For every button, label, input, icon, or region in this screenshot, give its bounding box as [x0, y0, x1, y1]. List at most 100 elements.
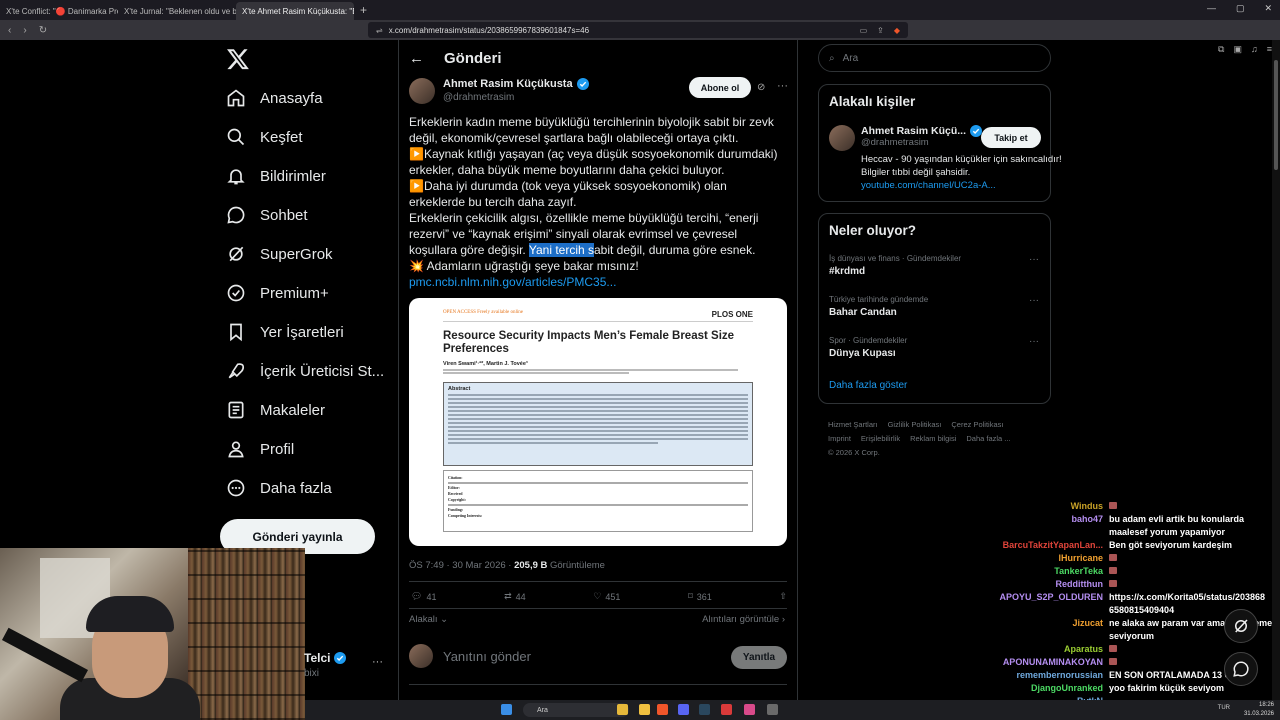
chat-username[interactable]: Redditthun [990, 578, 1104, 591]
minimize-icon[interactable]: — [1207, 3, 1216, 14]
sidebar-item-creator-studio[interactable]: İçerik Üreticisi St... [226, 361, 384, 381]
chat-username[interactable]: APOYU_S2P_OLDUREN [990, 591, 1103, 604]
brave-shield-icon[interactable]: ◆ [894, 26, 900, 35]
wallet-icon[interactable]: ▣ [1233, 44, 1242, 55]
show-more-link[interactable]: Daha fazla göster [829, 380, 907, 391]
chat-username[interactable]: DjangoUnranked [990, 682, 1103, 695]
reply-composer[interactable]: Yanıtını gönder [409, 644, 531, 668]
reload-icon[interactable]: ↻ [39, 25, 47, 36]
chat-username[interactable]: lHurricane [990, 552, 1103, 565]
forward-icon[interactable]: › [23, 25, 26, 36]
footer-link[interactable]: Daha fazla ... [966, 434, 1010, 443]
scrollbar-thumb[interactable] [1274, 60, 1278, 170]
new-tab-icon[interactable]: + [360, 3, 367, 17]
grok-icon[interactable]: ⊘ [757, 82, 765, 93]
sidebar-item-premium[interactable]: Premium+ [226, 283, 329, 303]
browser-tab[interactable]: X'te Jurnal: "Beklenen oldu ve buza...✕ [118, 2, 236, 20]
footer-link[interactable]: Gizlilik Politikası [888, 420, 942, 429]
more-options-icon[interactable]: ··· [1029, 336, 1039, 347]
bio-link[interactable]: youtube.com/channel/UC2a-A... [861, 180, 996, 191]
sidebar-item-bookmarks[interactable]: Yer İşaretleri [226, 322, 344, 342]
author-handle[interactable]: @drahmetrasim [443, 92, 589, 103]
footer-link[interactable]: Reklam bilgisi [910, 434, 956, 443]
share-icon[interactable]: ⇪ [877, 26, 884, 35]
sidebar-item-supergrok[interactable]: SuperGrok [226, 244, 333, 264]
chat-username[interactable]: Aparatus [990, 643, 1103, 656]
trend-item[interactable]: İş dünyası ve finans · Gündemdekiler #krd… [829, 254, 1043, 277]
discord-icon[interactable] [678, 704, 689, 715]
reply-input[interactable]: Yanıtını gönder [443, 649, 531, 664]
footer-links: Hizmet Şartları Gizlilik Politikası Çerez … [828, 418, 1048, 460]
app-icon[interactable] [721, 704, 732, 715]
like-action[interactable]: ♡ 451 [593, 591, 620, 602]
site-info-icon[interactable]: ⇌ [376, 26, 383, 35]
account-more-icon[interactable]: ··· [372, 656, 383, 668]
brave-icon[interactable] [657, 704, 668, 715]
trend-item[interactable]: Spor · Gündemdekiler Dünya Kupası ··· [829, 336, 1043, 359]
extensions-icon[interactable]: ⧉ [1218, 44, 1224, 55]
grok-float-icon[interactable] [1224, 609, 1258, 643]
repost-action[interactable]: ⇄ 44 [504, 591, 526, 602]
chat-username[interactable]: baho47 [990, 513, 1103, 526]
sidebar-item-more[interactable]: Daha fazla [226, 478, 332, 498]
app-icon[interactable] [617, 704, 628, 715]
reply-action[interactable]: 💬︎ 41 [411, 591, 436, 602]
avatar[interactable] [409, 78, 435, 104]
more-options-icon[interactable]: ··· [1029, 295, 1039, 306]
follow-button[interactable]: Takip et [981, 127, 1041, 148]
chat-username[interactable]: remembernorussian [990, 669, 1103, 682]
system-clock[interactable]: 18:26 31.03.2026 [1244, 701, 1274, 719]
reply-button[interactable]: Yanıtla [731, 646, 787, 669]
steam-icon[interactable] [699, 704, 710, 715]
avatar[interactable] [829, 125, 855, 151]
sidebar-item-notifications[interactable]: Bildirimler [226, 166, 326, 186]
screenshot-icon[interactable]: ▭ [860, 26, 868, 35]
footer-link[interactable]: Çerez Politikası [951, 420, 1003, 429]
search-input[interactable]: ⌕ Ara [818, 44, 1051, 72]
maximize-icon[interactable]: ▢ [1236, 3, 1245, 14]
person-card[interactable]: Ahmet Rasim Küçü... @drahmetrasim Heccav… [861, 125, 1075, 192]
browser-tab[interactable]: X'te Conflict: "🔴 Danimarka Prenses...✕ [0, 2, 118, 20]
x-logo-icon[interactable] [226, 47, 250, 71]
footer-link[interactable]: Imprint [828, 434, 851, 443]
trend-item[interactable]: Türkiye tarihinde gündemde Bahar Candan ··… [829, 295, 1043, 318]
chat-username[interactable]: Jizucat [990, 617, 1103, 630]
chat-username[interactable]: TankerTeka [990, 565, 1103, 578]
subscribe-button[interactable]: Abone ol [689, 77, 751, 98]
back-arrow-icon[interactable]: ← [409, 50, 424, 67]
taskbar-search[interactable]: Ara [523, 703, 629, 717]
language-indicator[interactable]: TUR [1218, 705, 1230, 711]
obs-icon[interactable] [767, 704, 778, 715]
sidebar-item-articles[interactable]: Makaleler [226, 400, 325, 420]
chat-username[interactable]: APONUNAMINAKOYAN [990, 656, 1103, 669]
post-author[interactable]: Ahmet Rasim Küçükusta @drahmetrasim [409, 78, 589, 104]
app-icon[interactable] [744, 704, 755, 715]
post-image[interactable]: OPEN ACCESS Freely available online PLOS … [409, 298, 787, 546]
media-icon[interactable]: ♫ [1251, 44, 1258, 55]
footer-link[interactable]: Hizmet Şartları [828, 420, 878, 429]
sidebar-item-explore[interactable]: Keşfet [226, 127, 303, 147]
chat-username[interactable]: Windus [990, 500, 1103, 513]
sidebar-account-name[interactable]: Telci [304, 651, 347, 665]
footer-link[interactable]: Erişilebilirlik [861, 434, 900, 443]
author-name[interactable]: Ahmet Rasim Küçükusta [443, 78, 573, 90]
sidebar-item-chat[interactable]: Sohbet [226, 205, 308, 225]
windows-start-icon[interactable] [501, 704, 512, 715]
bookmark-action[interactable]: ⌑ 361 [688, 591, 712, 602]
chat-message: baho47 bu adam evli artik bu konularda ma… [990, 513, 1280, 539]
window-close-icon[interactable]: ✕ [1264, 3, 1272, 14]
chat-username[interactable]: BarcuTakzitYapanLan... [990, 539, 1103, 552]
more-options-icon[interactable]: ··· [777, 80, 788, 92]
back-icon[interactable]: ‹ [8, 25, 11, 36]
share-icon[interactable]: ⇧ [779, 591, 787, 602]
folder-icon[interactable] [639, 704, 650, 715]
sidebar-item-profile[interactable]: Profil [226, 439, 294, 459]
more-options-icon[interactable]: ··· [1029, 254, 1039, 265]
url-input[interactable]: ⇌ x.com/drahmetrasim/status/2038659967839… [368, 22, 908, 38]
messages-float-icon[interactable] [1224, 652, 1258, 686]
browser-tab-active[interactable]: X'te Ahmet Rasim Küçükusta: "E...✕ [236, 2, 354, 20]
article-link[interactable]: pmc.ncbi.nlm.nih.gov/articles/PMC35... [409, 275, 616, 289]
sidebar-item-home[interactable]: Anasayfa [226, 88, 323, 108]
sort-dropdown[interactable]: Alakalı ⌄ [409, 614, 448, 625]
view-quotes-link[interactable]: Alıntıları görüntüle › [702, 614, 785, 625]
